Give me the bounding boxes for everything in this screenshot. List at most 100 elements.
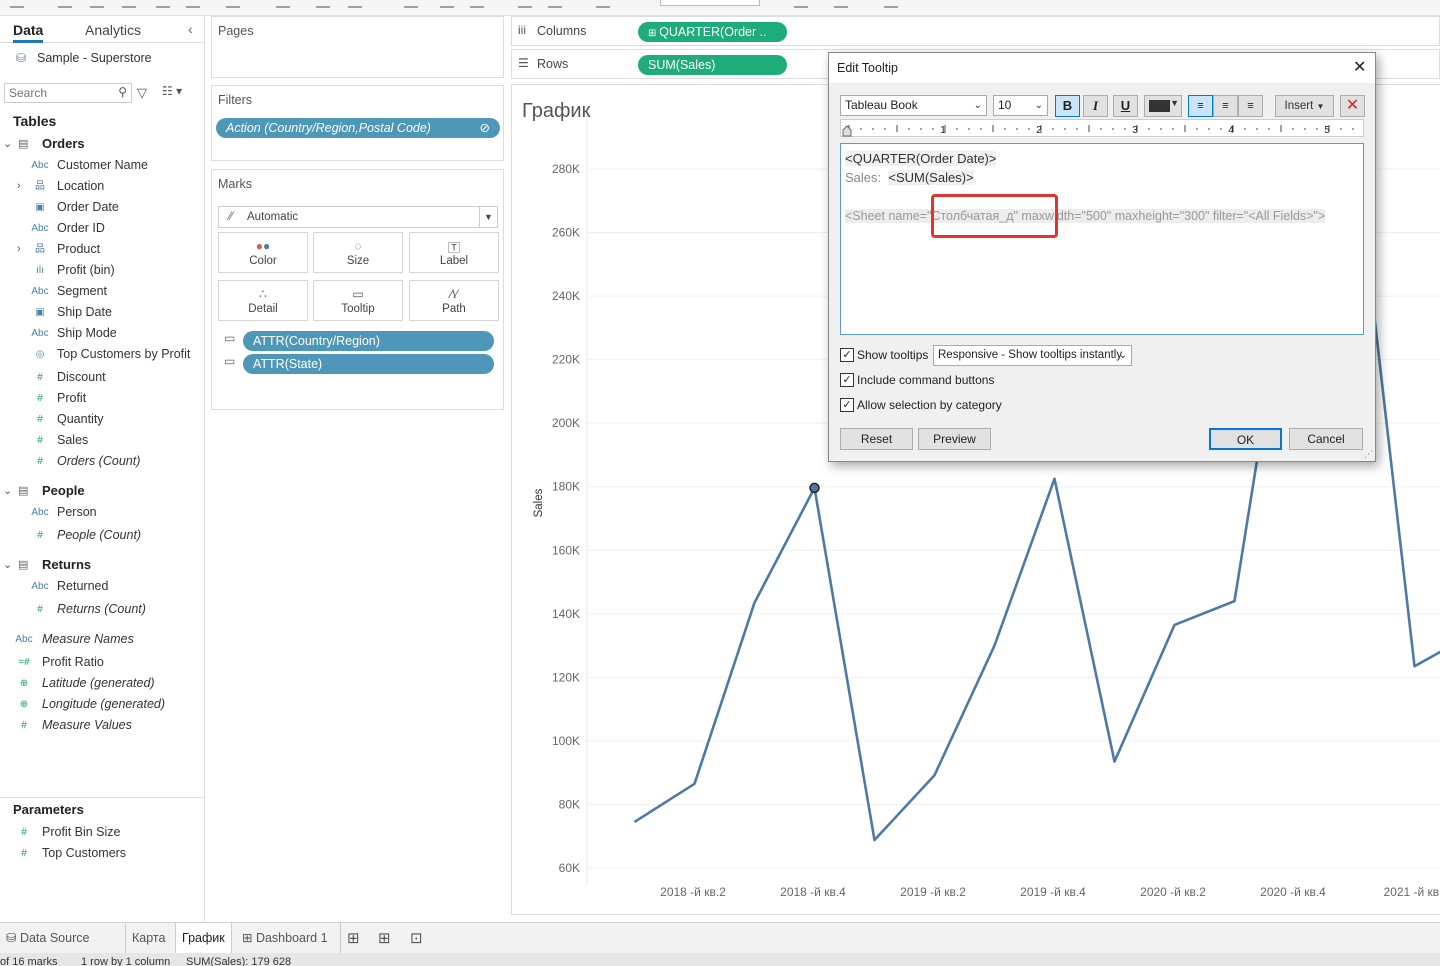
columns-shelf[interactable]: iii Columns ⊞ QUARTER(Order ..	[511, 16, 1440, 46]
insert-button[interactable]: Insert ▼	[1275, 95, 1334, 117]
detail-button[interactable]: ∴ Detail	[218, 280, 308, 321]
preview-button[interactable]: Preview	[918, 428, 991, 450]
path-button[interactable]: ⁄\⁄ Path	[409, 280, 499, 321]
data-point[interactable]	[993, 644, 997, 648]
view-options-icon[interactable]: ☷ ▾	[162, 84, 182, 98]
show-cards-icon[interactable]	[794, 0, 808, 8]
data-point[interactable]	[1413, 664, 1417, 668]
selected-data-point[interactable]	[809, 482, 820, 494]
refresh-icon[interactable]	[226, 0, 240, 8]
highlight-icon[interactable]	[518, 0, 532, 8]
tab-sheet-karta[interactable]: Карта	[125, 923, 171, 954]
field-order-id[interactable]: Abc Order ID	[0, 218, 205, 239]
cancel-button[interactable]: Cancel	[1289, 428, 1363, 450]
new-worksheet-icon[interactable]: ⊞	[340, 923, 366, 954]
field-orders-count[interactable]: # Orders (Count)	[0, 451, 205, 472]
field-ship-date[interactable]: ▣ Ship Date	[0, 302, 205, 323]
align-center-button[interactable]: ≡	[1213, 95, 1238, 117]
tooltip-button[interactable]: ▭ Tooltip	[313, 280, 403, 321]
field-returned[interactable]: Abc Returned	[0, 576, 205, 597]
mark-pill-state[interactable]: ATTR(State)	[243, 354, 494, 374]
tooltip-mode-select[interactable]: Responsive - Show tooltips instantly ⌄	[933, 345, 1132, 366]
color-button[interactable]: ●● Color	[218, 232, 308, 273]
fit-dropdown[interactable]	[660, 0, 760, 6]
group-returns[interactable]: ⌄ ▤ Returns	[0, 554, 205, 576]
redo-icon[interactable]	[90, 0, 104, 8]
data-point[interactable]	[873, 838, 877, 842]
group-orders[interactable]: ⌄ ▤ Orders	[0, 133, 205, 155]
font-select[interactable]: Tableau Book ⌄	[840, 95, 987, 116]
include-commands-checkbox[interactable]: ✓	[840, 373, 854, 387]
collapse-pane-icon[interactable]: ‹	[188, 21, 193, 37]
label-button[interactable]: 🅃 Label	[409, 232, 499, 273]
allow-selection-checkbox[interactable]: ✓	[840, 398, 854, 412]
sort-asc-icon[interactable]	[440, 0, 454, 8]
tab-data[interactable]: Data	[13, 22, 44, 43]
new-story-icon[interactable]: ⊡	[404, 923, 429, 954]
field-sales[interactable]: # Sales	[0, 430, 205, 451]
data-point[interactable]	[933, 773, 937, 777]
field-profit-ratio[interactable]: =# Profit Ratio	[0, 652, 205, 673]
save-icon[interactable]	[122, 0, 136, 8]
data-point[interactable]	[693, 782, 697, 786]
data-point[interactable]	[1053, 477, 1057, 481]
data-point[interactable]	[753, 601, 757, 605]
search-input[interactable]	[5, 84, 111, 102]
mark-pill-country[interactable]: ATTR(Country/Region)	[243, 331, 494, 351]
share-icon[interactable]	[884, 0, 898, 8]
ok-button[interactable]: OK	[1209, 428, 1282, 450]
field-segment[interactable]: Abc Segment	[0, 281, 205, 302]
columns-pill[interactable]: ⊞ QUARTER(Order ..	[638, 22, 787, 42]
italic-button[interactable]: I	[1083, 95, 1108, 117]
resize-grip-icon[interactable]: ⋰	[1364, 449, 1373, 460]
tableau-logo-icon[interactable]	[10, 0, 24, 8]
mark-type-dropdown[interactable]: ⁄⁄ Automatic ▼	[218, 206, 498, 228]
field-profit[interactable]: # Profit	[0, 388, 205, 409]
group-icon[interactable]	[548, 0, 562, 8]
field-discount[interactable]: # Discount	[0, 367, 205, 388]
pages-card[interactable]: Pages	[211, 16, 504, 78]
new-datasource-icon[interactable]	[156, 0, 170, 8]
data-point[interactable]	[633, 820, 637, 824]
field-customer-name[interactable]: Abc Customer Name	[0, 155, 205, 176]
tab-dashboard-1[interactable]: ⊞ Dashboard 1	[236, 923, 334, 954]
field-latitude-generated[interactable]: ⊕ Latitude (generated)	[0, 673, 205, 694]
filter-fields-icon[interactable]: ▽	[137, 85, 147, 101]
field-order-date[interactable]: ▣ Order Date	[0, 197, 205, 218]
tab-analytics[interactable]: Analytics	[85, 22, 141, 38]
font-size-select[interactable]: 10 ⌄	[993, 95, 1048, 116]
data-point[interactable]	[1113, 760, 1117, 764]
field-people-count[interactable]: # People (Count)	[0, 525, 205, 546]
field-location[interactable]: › 品 Location	[0, 176, 205, 197]
new-sheet-icon[interactable]	[276, 0, 290, 8]
sort-desc-icon[interactable]	[470, 0, 484, 8]
expand-icon[interactable]: ›	[17, 239, 21, 260]
expand-caret-icon[interactable]: ⌄	[3, 480, 12, 502]
data-point[interactable]	[1173, 623, 1177, 627]
new-dashboard-icon[interactable]: ⊞	[372, 923, 397, 954]
labels-icon[interactable]	[596, 0, 610, 8]
field-profit-bin-size[interactable]: # Profit Bin Size	[0, 822, 205, 843]
clear-icon[interactable]	[348, 0, 362, 8]
align-right-button[interactable]: ≡	[1238, 95, 1263, 117]
field-returns-count[interactable]: # Returns (Count)	[0, 599, 205, 620]
tab-sheet-grafik[interactable]: График	[175, 923, 232, 953]
clear-format-icon[interactable]: ✕	[1340, 95, 1365, 117]
presentation-icon[interactable]	[834, 0, 848, 8]
field-longitude-generated[interactable]: ⊕ Longitude (generated)	[0, 694, 205, 715]
expand-caret-icon[interactable]: ⌄	[3, 554, 12, 576]
field-person[interactable]: Abc Person	[0, 502, 205, 523]
field-quantity[interactable]: # Quantity	[0, 409, 205, 430]
filters-card[interactable]: Filters Action (Country/Region,Postal Co…	[211, 85, 504, 161]
close-icon[interactable]: ✕	[1353, 57, 1366, 77]
field-top-customers-by-profit[interactable]: ◎ Top Customers by Profit	[0, 344, 205, 365]
indent-marker-icon[interactable]	[842, 125, 852, 137]
group-people[interactable]: ⌄ ▤ People	[0, 480, 205, 502]
underline-button[interactable]: U	[1113, 95, 1138, 117]
expand-caret-icon[interactable]: ⌄	[3, 133, 12, 155]
rows-pill[interactable]: SUM(Sales)	[638, 55, 787, 75]
text-color-button[interactable]: ▼	[1144, 95, 1182, 117]
field-profit-bin[interactable]: ılı Profit (bin)	[0, 260, 205, 281]
size-button[interactable]: ◌ Size	[313, 232, 403, 273]
reset-button[interactable]: Reset	[840, 428, 913, 450]
